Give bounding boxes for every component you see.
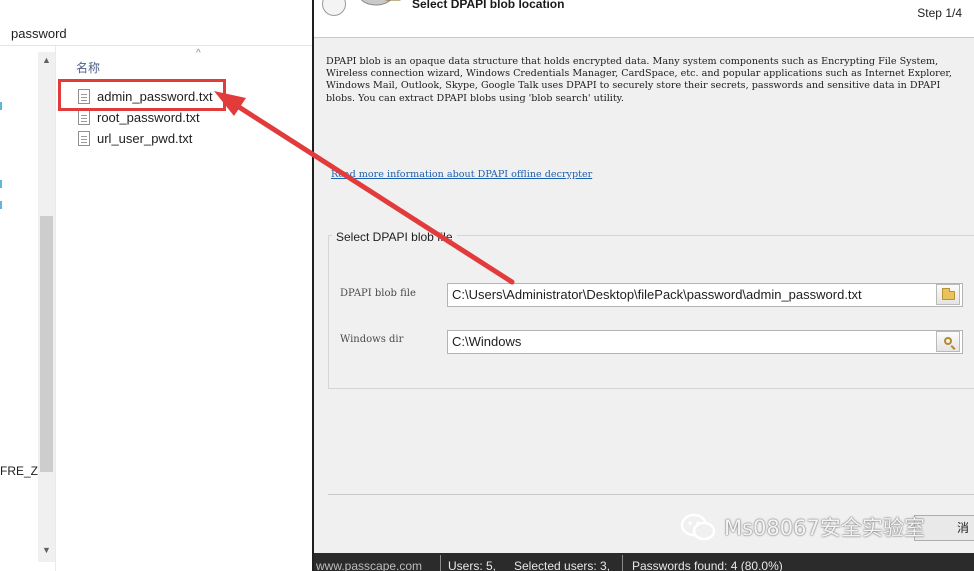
column-header-name[interactable]: 名称 bbox=[76, 59, 100, 76]
status-users: Users: 5, bbox=[448, 559, 497, 571]
wizard-key-icon bbox=[361, 0, 401, 6]
dpapi-wizard-dialog: Select DPAPI blob location Step 1/4 DPAP… bbox=[312, 0, 974, 571]
text-file-icon bbox=[78, 110, 90, 125]
scroll-up-icon[interactable]: ▲ bbox=[38, 52, 55, 69]
address-path: password bbox=[11, 26, 67, 41]
browse-windows-dir-button[interactable] bbox=[936, 331, 960, 352]
wizard-header: Select DPAPI blob location Step 1/4 bbox=[314, 0, 974, 38]
step-indicator: Step 1/4 bbox=[917, 6, 962, 20]
file-name: url_user_pwd.txt bbox=[97, 131, 193, 146]
annotation-highlight-box bbox=[58, 79, 226, 111]
browse-blob-file-button[interactable] bbox=[936, 284, 960, 305]
status-bar: www.passcape.com Users: 5, Selected user… bbox=[314, 553, 974, 571]
description-text: DPAPI blob is an opaque data structure t… bbox=[326, 56, 952, 104]
blob-file-label: DPAPI blob file bbox=[340, 288, 416, 299]
windows-dir-input[interactable]: C:\Windows bbox=[447, 330, 963, 354]
text-file-icon bbox=[78, 131, 90, 146]
folder-search-icon bbox=[944, 337, 952, 345]
file-item-url-user-pwd[interactable]: url_user_pwd.txt bbox=[78, 128, 278, 149]
blob-file-input[interactable]: C:\Users\Administrator\Desktop\filePack\… bbox=[447, 283, 963, 307]
address-bar[interactable]: password bbox=[0, 22, 312, 46]
status-separator bbox=[622, 555, 623, 571]
sort-ascending-icon: ^ bbox=[196, 48, 201, 59]
back-button[interactable] bbox=[322, 0, 346, 16]
group-title: Select DPAPI blob file bbox=[332, 230, 457, 244]
blob-file-group bbox=[328, 235, 974, 389]
folder-open-icon bbox=[942, 288, 955, 300]
status-separator bbox=[440, 555, 441, 571]
file-explorer-window: password FRE_ZH ▲ ▼ ^ 名称 admin_password.… bbox=[0, 0, 312, 571]
windows-dir-label: Windows dir bbox=[340, 334, 404, 345]
file-name: root_password.txt bbox=[97, 110, 200, 125]
nav-item-marker bbox=[0, 201, 2, 209]
nav-item-marker bbox=[0, 180, 2, 188]
scroll-down-icon[interactable]: ▼ bbox=[38, 542, 55, 559]
cancel-button[interactable]: 消 bbox=[914, 515, 974, 541]
scrollbar-thumb[interactable] bbox=[40, 216, 53, 472]
status-site: www.passcape.com bbox=[316, 559, 423, 571]
nav-item-marker bbox=[0, 102, 2, 110]
more-info-link[interactable]: Read more information about DPAPI offlin… bbox=[331, 169, 592, 180]
status-passwords-found: Passwords found: 4 (80.0%) bbox=[632, 559, 783, 571]
wizard-title: Select DPAPI blob location bbox=[412, 0, 565, 11]
nav-scrollbar[interactable]: ▲ ▼ bbox=[38, 52, 55, 562]
footer-divider bbox=[328, 494, 974, 495]
status-selected-users: Selected users: 3, bbox=[514, 559, 611, 571]
